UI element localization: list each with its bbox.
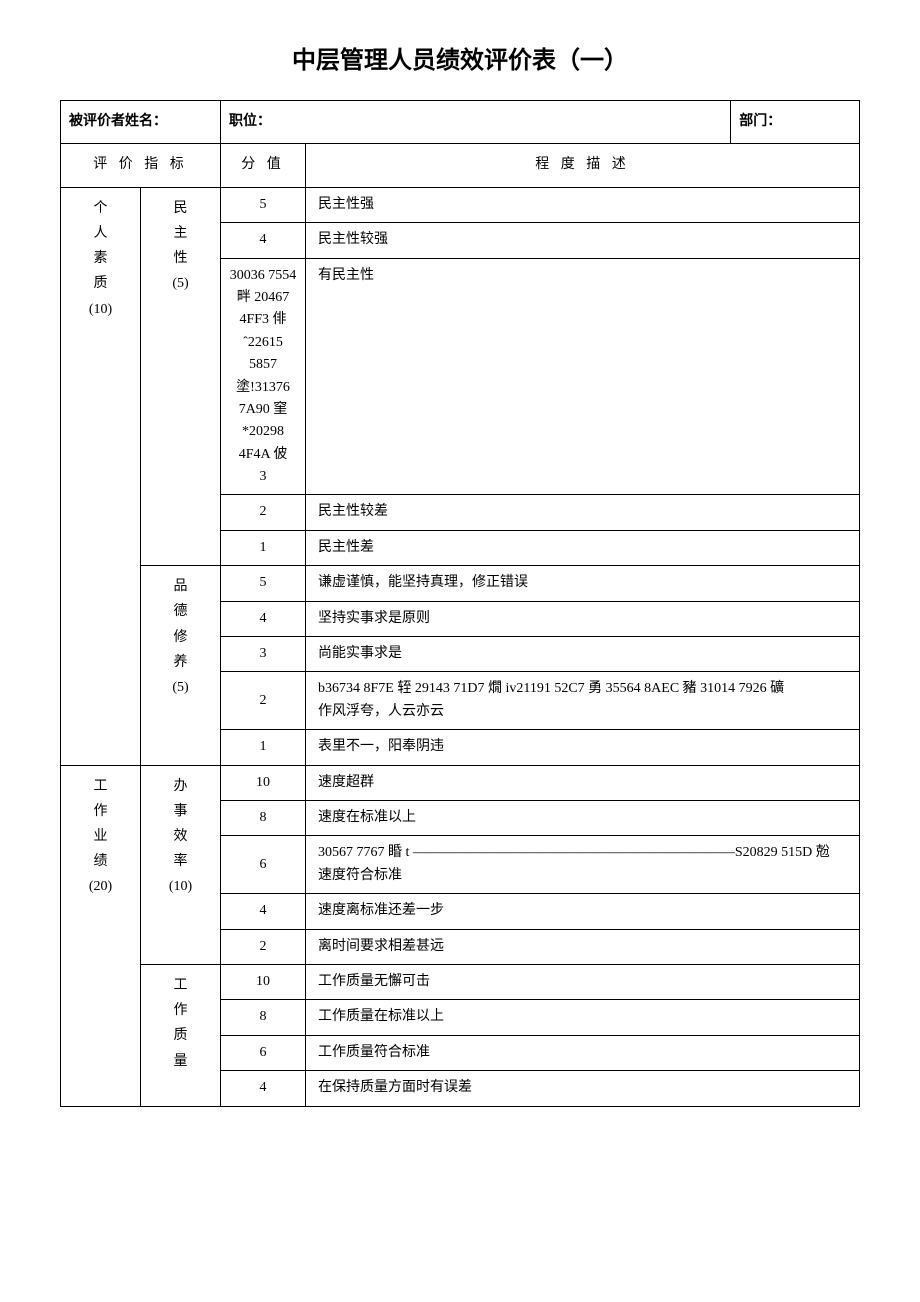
table-row: 工作业绩(20)办事效率(10)10速度超群	[61, 765, 860, 800]
description-cell: 速度离标准还差一步	[306, 894, 860, 929]
table-row: 个人素质(10)民主性(5)5民主性强	[61, 187, 860, 222]
description-cell: 民主性差	[306, 530, 860, 565]
score-cell: 10	[221, 964, 306, 999]
page-title: 中层管理人员绩效评价表（一）	[60, 40, 860, 75]
evaluation-table: 被评价者姓名： 职位： 部门： 评 价 指 标 分 值 程 度 描 述 个人素质…	[60, 100, 860, 1107]
score-cell: 1	[221, 530, 306, 565]
score-cell: 8	[221, 800, 306, 835]
main-category: 工作业绩(20)	[61, 765, 141, 1106]
score-cell: 4	[221, 894, 306, 929]
sub-category: 办事效率(10)	[141, 765, 221, 964]
description-cell: 速度超群	[306, 765, 860, 800]
description-cell: b36734 8F7E 轾 29143 71D7 燗 iv21191 52C7 …	[306, 672, 860, 730]
label-indicator: 评 价 指 标	[61, 144, 221, 187]
score-cell: 1	[221, 730, 306, 765]
description-cell: 速度在标准以上	[306, 800, 860, 835]
description-cell: 在保持质量方面时有误差	[306, 1071, 860, 1106]
score-cell: 5	[221, 566, 306, 601]
score-cell: 4	[221, 1071, 306, 1106]
main-category: 个人素质(10)	[61, 187, 141, 765]
sub-category: 民主性(5)	[141, 187, 221, 565]
score-cell: 6	[221, 1035, 306, 1070]
label-description: 程 度 描 述	[306, 144, 860, 187]
score-cell: 30036 7554 畔 20467 4FF3 俳 ˆ22615 5857 塗!…	[221, 258, 306, 495]
description-cell: 工作质量无懈可击	[306, 964, 860, 999]
score-cell: 8	[221, 1000, 306, 1035]
score-cell: 4	[221, 601, 306, 636]
table-row: 工作质量10工作质量无懈可击	[61, 964, 860, 999]
description-cell: 工作质量在标准以上	[306, 1000, 860, 1035]
description-cell: 坚持实事求是原则	[306, 601, 860, 636]
score-cell: 5	[221, 187, 306, 222]
description-cell: 民主性较强	[306, 223, 860, 258]
score-cell: 4	[221, 223, 306, 258]
score-cell: 3	[221, 637, 306, 672]
score-cell: 2	[221, 672, 306, 730]
description-cell: 民主性较差	[306, 495, 860, 530]
description-cell: 表里不一，阳奉阴违	[306, 730, 860, 765]
sub-category: 工作质量	[141, 964, 221, 1106]
score-cell: 2	[221, 495, 306, 530]
label-score: 分 值	[221, 144, 306, 187]
description-cell: 工作质量符合标准	[306, 1035, 860, 1070]
label-position: 职位：	[221, 101, 731, 144]
sub-category: 品德修养(5)	[141, 566, 221, 765]
description-cell: 有民主性	[306, 258, 860, 495]
header-row: 被评价者姓名： 职位： 部门：	[61, 101, 860, 144]
description-cell: 谦虚谨慎，能坚持真理，修正错误	[306, 566, 860, 601]
description-cell: 30567 7767 睧 t ———————————————————————S2…	[306, 836, 860, 894]
label-name: 被评价者姓名：	[61, 101, 221, 144]
label-department: 部门：	[731, 101, 860, 144]
score-cell: 6	[221, 836, 306, 894]
description-cell: 民主性强	[306, 187, 860, 222]
subheader-row: 评 价 指 标 分 值 程 度 描 述	[61, 144, 860, 187]
description-cell: 尚能实事求是	[306, 637, 860, 672]
score-cell: 2	[221, 929, 306, 964]
description-cell: 离时间要求相差甚远	[306, 929, 860, 964]
table-row: 品德修养(5)5谦虚谨慎，能坚持真理，修正错误	[61, 566, 860, 601]
score-cell: 10	[221, 765, 306, 800]
